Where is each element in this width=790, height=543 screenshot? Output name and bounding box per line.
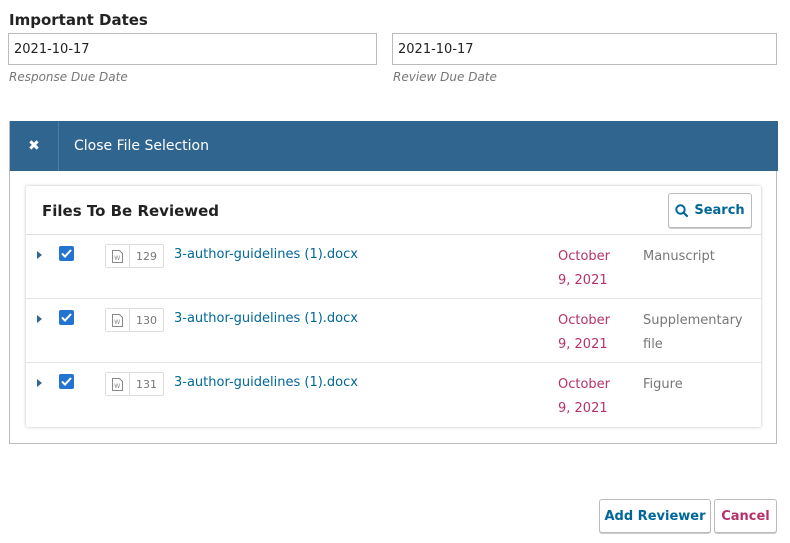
file-row: W 129 3-author-guidelines (1).docx Octob… xyxy=(26,235,761,299)
file-checkbox[interactable] xyxy=(59,246,74,261)
cancel-button[interactable]: Cancel xyxy=(714,499,777,533)
file-id-badge: W 131 xyxy=(105,372,164,396)
svg-text:W: W xyxy=(114,383,120,390)
file-date-line1: October xyxy=(558,249,611,264)
files-title: Files To Be Reviewed xyxy=(42,202,220,220)
file-type: Supplementary file xyxy=(643,309,753,357)
file-row: W 130 3-author-guidelines (1).docx Octob… xyxy=(26,299,761,363)
file-date-line2: 9, 2021 xyxy=(558,337,608,352)
checkmark-icon xyxy=(61,249,72,258)
close-file-selection-button[interactable]: Close File Selection xyxy=(74,138,209,154)
file-date-line1: October xyxy=(558,313,611,328)
file-checkbox[interactable] xyxy=(59,374,74,389)
file-checkbox[interactable] xyxy=(59,310,74,325)
word-document-icon: W xyxy=(106,309,130,331)
file-selection-panel: ✖ Close File Selection Files To Be Revie… xyxy=(9,121,778,444)
file-id: 131 xyxy=(136,377,157,391)
svg-text:W: W xyxy=(114,255,120,262)
file-selection-bar: ✖ Close File Selection xyxy=(10,121,778,171)
file-id-badge: W 130 xyxy=(105,308,164,332)
file-date-line1: October xyxy=(558,377,611,392)
file-name-link[interactable]: 3-author-guidelines (1).docx xyxy=(174,311,358,326)
file-date-line2: 9, 2021 xyxy=(558,401,608,416)
expand-row-icon[interactable] xyxy=(37,251,42,259)
add-reviewer-button[interactable]: Add Reviewer xyxy=(599,499,711,533)
review-due-date-input[interactable] xyxy=(392,33,777,65)
expand-row-icon[interactable] xyxy=(37,379,42,387)
close-icon[interactable]: ✖ xyxy=(10,121,59,171)
file-date: October 9, 2021 xyxy=(558,245,628,293)
file-type-line1: Manuscript xyxy=(643,249,715,264)
file-date: October 9, 2021 xyxy=(558,309,628,357)
response-due-date-input[interactable] xyxy=(8,33,377,65)
response-due-date-label: Response Due Date xyxy=(9,70,128,84)
search-button[interactable]: Search xyxy=(668,193,752,228)
review-due-date-label: Review Due Date xyxy=(393,70,497,84)
file-id-badge: W 129 xyxy=(105,244,164,268)
search-button-label: Search xyxy=(694,203,745,218)
svg-text:W: W xyxy=(114,319,120,326)
file-date-line2: 9, 2021 xyxy=(558,273,608,288)
word-document-icon: W xyxy=(106,245,130,267)
checkmark-icon xyxy=(61,377,72,386)
word-document-icon: W xyxy=(106,373,130,395)
expand-row-icon[interactable] xyxy=(37,315,42,323)
file-type-line2: file xyxy=(643,337,663,352)
files-to-be-reviewed-card: Files To Be Reviewed Search W 129 3-auth… xyxy=(26,186,761,427)
file-type-line1: Supplementary xyxy=(643,313,743,328)
dates-section-title: Important Dates xyxy=(9,11,148,29)
file-type: Manuscript xyxy=(643,245,753,269)
file-name-link[interactable]: 3-author-guidelines (1).docx xyxy=(174,375,358,390)
file-id: 129 xyxy=(136,249,157,263)
search-icon xyxy=(675,204,689,217)
file-date: October 9, 2021 xyxy=(558,373,628,421)
file-row: W 131 3-author-guidelines (1).docx Octob… xyxy=(26,363,761,427)
file-id: 130 xyxy=(136,313,157,327)
file-type: Figure xyxy=(643,373,753,397)
file-type-line1: Figure xyxy=(643,377,683,392)
checkmark-icon xyxy=(61,313,72,322)
files-header: Files To Be Reviewed Search xyxy=(26,186,761,235)
file-name-link[interactable]: 3-author-guidelines (1).docx xyxy=(174,247,358,262)
